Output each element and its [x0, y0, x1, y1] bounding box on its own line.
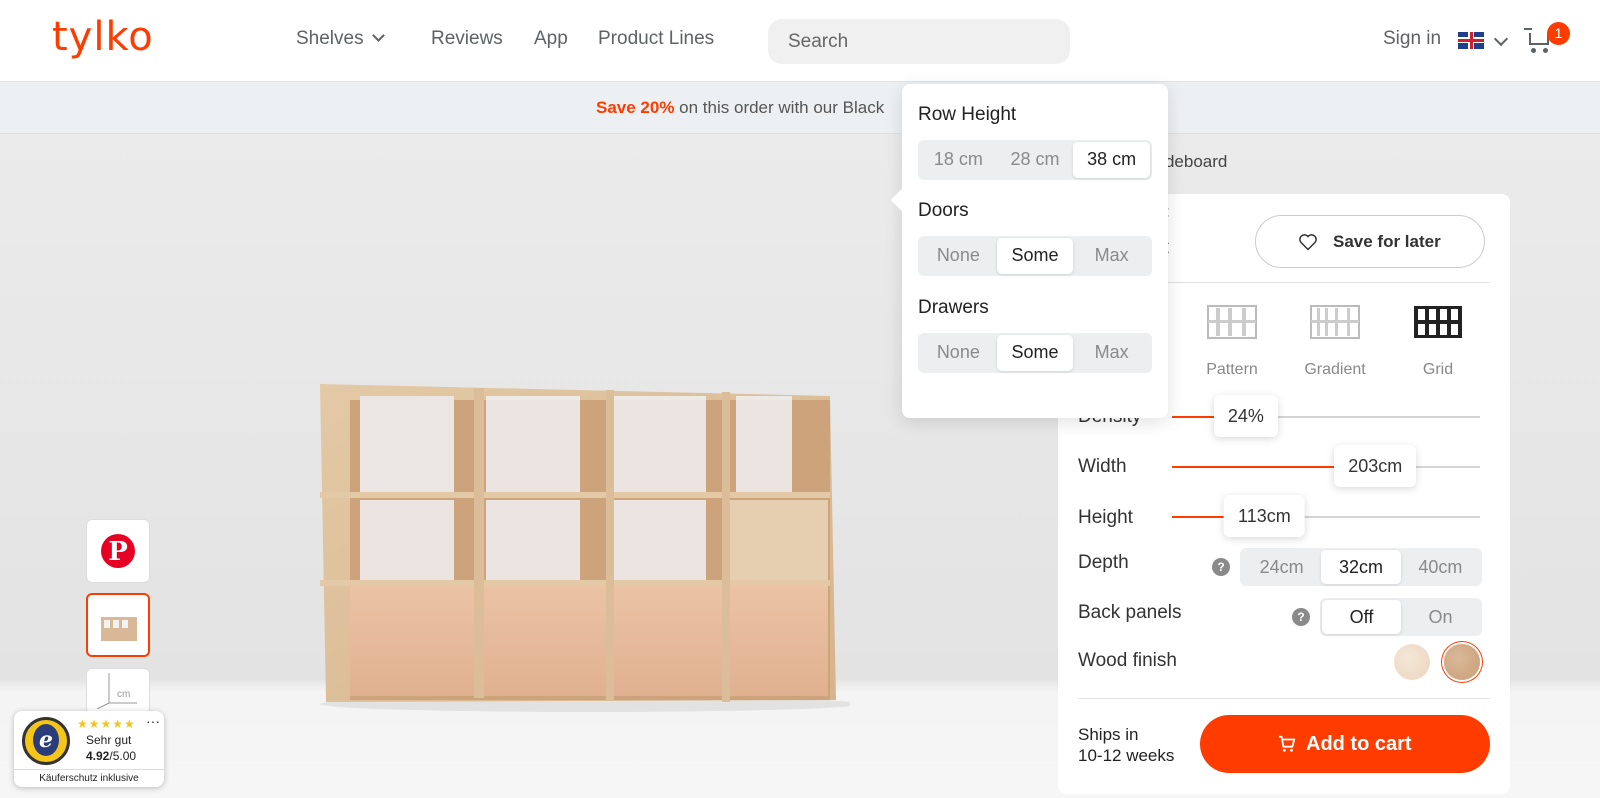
language-chevron-down-icon[interactable]	[1493, 31, 1509, 47]
cart-count-badge: 1	[1547, 22, 1570, 45]
height-label: Height	[1078, 507, 1133, 528]
nav-product-lines[interactable]: Product Lines	[598, 28, 714, 50]
depth-option[interactable]: 40cm	[1401, 550, 1480, 584]
trust-score-value: 4.92	[86, 749, 110, 763]
width-slider[interactable]: 203cm	[1172, 445, 1480, 487]
style-option-grid[interactable]: Grid	[1393, 304, 1483, 379]
promo-highlight: Save 20%	[596, 98, 675, 117]
row-height-selector[interactable]: 18 cm 28 cm 38 cm	[918, 140, 1152, 180]
sign-in-link[interactable]: Sign in	[1383, 28, 1441, 50]
density-slider-thumb[interactable]: 24%	[1213, 395, 1278, 437]
trusted-shops-seal-icon: e	[22, 717, 70, 765]
promo-text: Save 20% on this order with our Black	[596, 98, 884, 118]
divider	[1078, 698, 1490, 699]
uk-flag-icon[interactable]	[1458, 32, 1484, 49]
shipping-info: Ships in 10-12 weeks	[1078, 724, 1174, 766]
row-settings-popover: Row Height 18 cm 28 cm 38 cm Doors None …	[902, 84, 1168, 418]
nav-app[interactable]: App	[534, 28, 568, 50]
style-option-pattern[interactable]: Pattern	[1187, 304, 1277, 379]
density-slider[interactable]: 24%	[1172, 395, 1480, 437]
drawers-label: Drawers	[918, 297, 989, 318]
depth-label: Depth	[1078, 552, 1129, 573]
shipping-line-2: 10-12 weeks	[1078, 746, 1175, 765]
depth-option[interactable]: 32cm	[1321, 550, 1401, 584]
trust-footer: Käuferschutz inklusive	[14, 769, 164, 784]
back-panels-help-icon[interactable]: ?	[1292, 608, 1310, 626]
style-label-grid: Grid	[1422, 361, 1454, 378]
chevron-down-icon	[371, 29, 385, 42]
wood-swatch-oak-selected[interactable]	[1444, 644, 1480, 680]
row-height-option[interactable]: 38 cm	[1073, 142, 1151, 178]
height-slider[interactable]: 113cm	[1172, 495, 1480, 537]
doors-option[interactable]: None	[920, 238, 997, 274]
nav-shelves-label: Shelves	[296, 28, 364, 49]
back-panels-selector[interactable]: Off On	[1320, 598, 1482, 636]
grid-style-icon	[1414, 306, 1462, 338]
width-label: Width	[1078, 456, 1127, 477]
doors-selector[interactable]: None Some Max	[918, 236, 1152, 276]
nav-shelves[interactable]: Shelves	[296, 28, 385, 50]
shipping-line-1: Ships in	[1078, 725, 1139, 744]
drawers-selector[interactable]: None Some Max	[918, 333, 1152, 373]
add-to-cart-label: Add to cart	[1306, 733, 1412, 755]
drawers-option[interactable]: Max	[1073, 335, 1150, 371]
thumbnail-shelf-view[interactable]	[86, 593, 150, 657]
pinterest-icon: P	[101, 534, 135, 568]
depth-help-icon[interactable]: ?	[1212, 558, 1230, 576]
save-for-later-button[interactable]: Save for later	[1255, 215, 1485, 268]
more-options-icon[interactable]: ···	[146, 713, 160, 729]
doors-option[interactable]: Some	[996, 238, 1074, 274]
heart-icon	[1299, 234, 1317, 251]
row-height-label: Row Height	[918, 104, 1017, 125]
depth-option[interactable]: 24cm	[1242, 550, 1321, 584]
pattern-style-icon	[1207, 305, 1257, 339]
style-option-gradient[interactable]: Gradient	[1290, 304, 1380, 379]
back-panels-option[interactable]: On	[1401, 600, 1480, 634]
drawers-option[interactable]: Some	[996, 335, 1074, 371]
wood-swatch-light[interactable]	[1394, 644, 1430, 680]
top-header: tylko Shelves Reviews App Product Lines …	[0, 0, 1600, 82]
dimensions-icon: cm	[96, 673, 137, 710]
doors-option[interactable]: Max	[1073, 238, 1150, 274]
nav-reviews[interactable]: Reviews	[431, 28, 503, 50]
tylko-logo[interactable]: tylko	[52, 14, 154, 60]
shelf-thumbnail-icon	[101, 617, 137, 641]
trusted-shops-badge[interactable]: e ★★★★★ ··· Sehr gut 4.92/5.00 Käufersch…	[14, 711, 164, 787]
rating-stars-icon: ★★★★★	[77, 717, 136, 731]
search-input[interactable]	[768, 19, 1070, 64]
wood-finish-label: Wood finish	[1078, 650, 1177, 671]
style-label-gradient: Gradient	[1304, 361, 1366, 378]
back-panels-option[interactable]: Off	[1322, 600, 1401, 634]
gradient-style-icon	[1310, 305, 1360, 339]
style-label-pattern: Pattern	[1206, 361, 1258, 378]
row-height-option[interactable]: 28 cm	[997, 142, 1074, 178]
add-to-cart-button[interactable]: Add to cart	[1200, 715, 1490, 773]
depth-selector[interactable]: 24cm 32cm 40cm	[1240, 548, 1482, 586]
trust-score-max: /5.00	[109, 749, 137, 763]
trust-rating-text: Sehr gut	[86, 733, 132, 747]
row-height-option[interactable]: 18 cm	[920, 142, 997, 178]
save-for-later-label: Save for later	[1333, 232, 1441, 251]
height-slider-thumb[interactable]: 113cm	[1224, 495, 1305, 537]
back-panels-label: Back panels	[1078, 602, 1182, 623]
drawers-option[interactable]: None	[920, 335, 997, 371]
width-slider-thumb[interactable]: 203cm	[1334, 445, 1417, 487]
promo-body: on this order with our Black	[674, 98, 885, 117]
promo-banner: Save 20% on this order with our Black	[0, 82, 1600, 134]
cart-icon	[1278, 735, 1296, 752]
trust-score: 4.92/5.00	[86, 749, 136, 763]
shelf-render-image	[320, 384, 850, 712]
svg-text:cm: cm	[117, 689, 130, 700]
doors-label: Doors	[918, 200, 969, 221]
pinterest-share-button[interactable]: P	[86, 519, 150, 583]
